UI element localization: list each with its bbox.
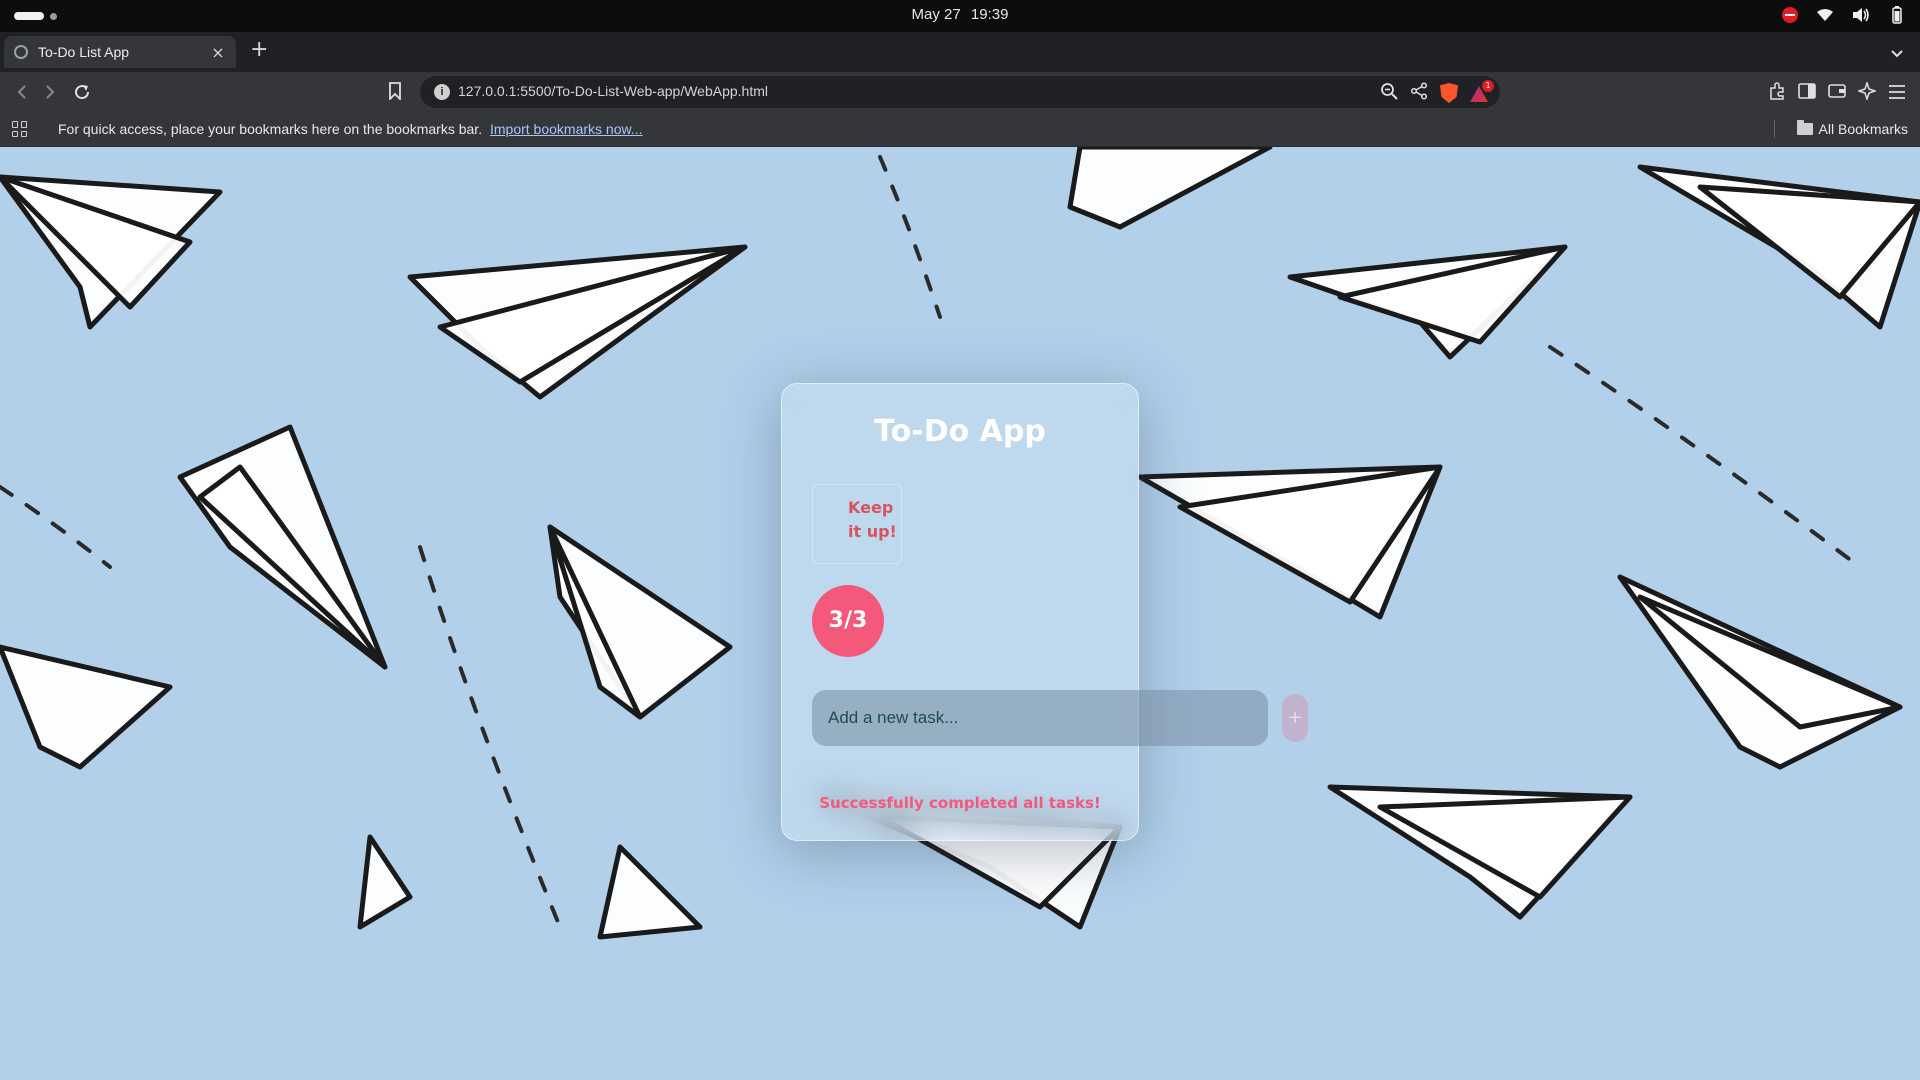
completion-message: Successfully completed all tasks! bbox=[819, 794, 1101, 812]
progress-counter: 3/3 bbox=[812, 585, 884, 657]
tab-search-chevron-icon[interactable] bbox=[1890, 44, 1904, 63]
page-viewport: To-Do App Keep it up! 3/3 + Successfully… bbox=[0, 147, 1920, 1080]
wifi-icon bbox=[1816, 6, 1834, 24]
bookmarks-hint: For quick access, place your bookmarks h… bbox=[58, 121, 643, 137]
extensions-icon[interactable] bbox=[1768, 82, 1786, 104]
tab-todo-app[interactable]: To-Do List App × bbox=[4, 36, 236, 68]
volume-icon bbox=[1852, 6, 1870, 24]
new-task-input[interactable] bbox=[812, 690, 1268, 746]
brave-shields-icon[interactable] bbox=[1440, 83, 1458, 103]
forward-arrow-icon[interactable] bbox=[40, 82, 60, 102]
app-title: To-Do App bbox=[874, 414, 1046, 449]
brave-rewards-icon[interactable]: 1 bbox=[1470, 80, 1494, 102]
bookmarks-message: For quick access, place your bookmarks h… bbox=[58, 121, 483, 137]
clock-time: 19:39 bbox=[970, 6, 1009, 23]
folder-icon bbox=[1796, 120, 1813, 135]
tab-title: To-Do List App bbox=[38, 44, 130, 60]
new-tab-button[interactable]: + bbox=[250, 39, 268, 61]
import-bookmarks-link[interactable]: Import bookmarks now... bbox=[490, 121, 643, 137]
sidebar-icon[interactable] bbox=[1798, 83, 1816, 103]
globe-icon bbox=[14, 45, 28, 59]
site-info-icon[interactable]: i bbox=[434, 84, 450, 100]
zoom-icon[interactable] bbox=[1380, 82, 1398, 104]
rewards-badge: 1 bbox=[1482, 80, 1494, 92]
add-task-button[interactable]: + bbox=[1282, 694, 1308, 742]
do-not-disturb-icon bbox=[1782, 7, 1798, 23]
status-message-line-1: Keep bbox=[848, 498, 894, 517]
clock[interactable]: May 27 19:39 bbox=[0, 6, 1920, 23]
apps-grid-icon[interactable] bbox=[12, 121, 28, 137]
status-message-line-2: it up! bbox=[848, 522, 897, 541]
all-bookmarks-button[interactable]: All Bookmarks bbox=[1796, 120, 1908, 137]
browser-toolbar: i 127.0.0.1:5500/To-Do-List-Web-app/WebA… bbox=[0, 72, 1920, 112]
all-bookmarks-label: All Bookmarks bbox=[1818, 121, 1908, 137]
clock-date: May 27 bbox=[911, 6, 961, 23]
wallet-icon[interactable] bbox=[1828, 83, 1846, 103]
reload-icon[interactable] bbox=[72, 82, 92, 102]
share-icon[interactable] bbox=[1410, 82, 1428, 104]
address-bar[interactable]: i 127.0.0.1:5500/To-Do-List-Web-app/WebA… bbox=[420, 76, 1500, 108]
todo-card: To-Do App Keep it up! 3/3 + Successfully… bbox=[781, 383, 1308, 841]
bookmark-page-icon[interactable] bbox=[388, 82, 402, 104]
tab-strip: To-Do List App × bbox=[0, 32, 1920, 72]
bookmarks-divider bbox=[1774, 120, 1775, 138]
menu-icon[interactable] bbox=[1888, 84, 1906, 103]
bookmarks-bar: For quick access, place your bookmarks h… bbox=[0, 112, 1920, 147]
battery-icon bbox=[1888, 6, 1906, 24]
back-arrow-icon[interactable] bbox=[12, 82, 32, 102]
address-url[interactable]: 127.0.0.1:5500/To-Do-List-Web-app/WebApp… bbox=[458, 83, 768, 99]
system-tray[interactable] bbox=[1782, 6, 1906, 24]
leo-ai-icon[interactable] bbox=[1856, 80, 1878, 104]
os-top-bar: May 27 19:39 bbox=[0, 0, 1920, 32]
close-tab-icon[interactable]: × bbox=[210, 43, 226, 62]
